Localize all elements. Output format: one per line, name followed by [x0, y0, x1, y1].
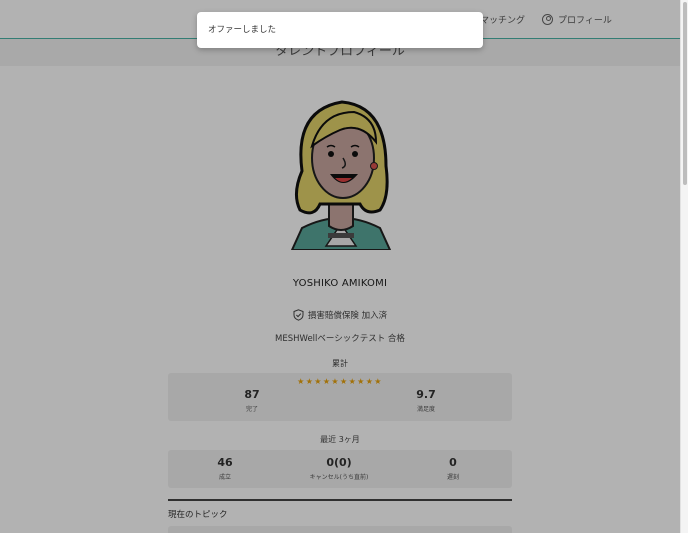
toast-message: オファーしました	[208, 25, 277, 35]
modal-overlay[interactable]	[0, 0, 680, 533]
vertical-scrollbar[interactable]	[680, 0, 688, 533]
toast-notification: オファーしました	[197, 12, 483, 48]
scrollbar-thumb[interactable]	[683, 2, 687, 185]
profile-page: マッチング プロフィール タレントプロフィール YOSHIKO AMIKOMI …	[0, 0, 680, 533]
